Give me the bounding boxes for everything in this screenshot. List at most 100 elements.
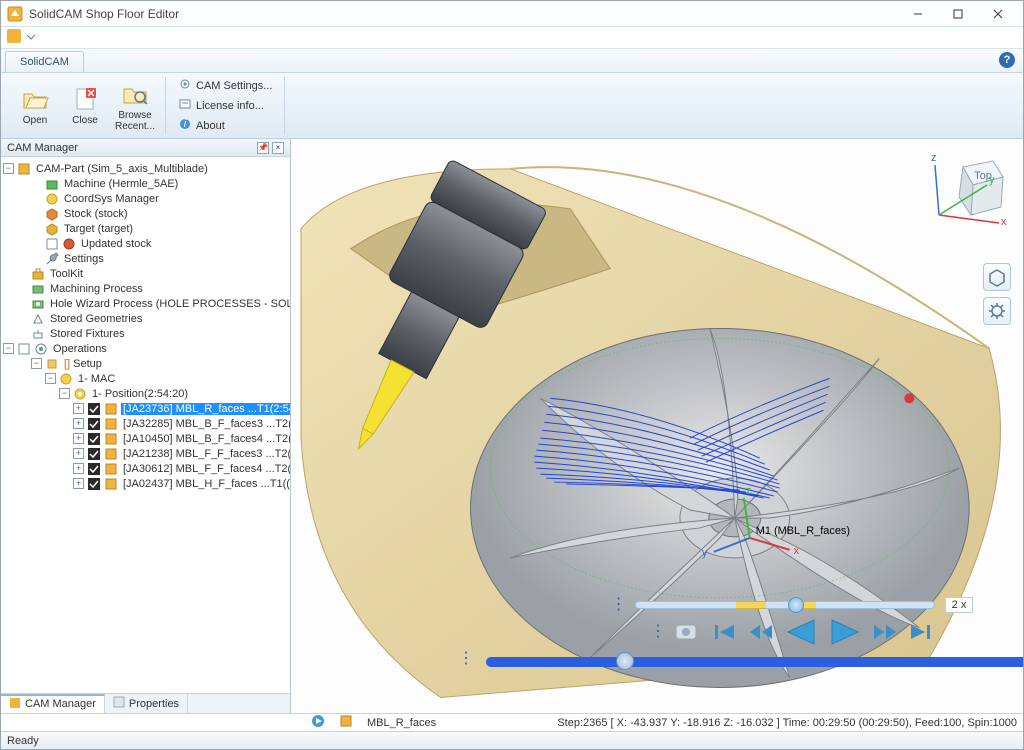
license-icon — [178, 97, 192, 114]
titlebar: SolidCAM Shop Floor Editor — [1, 1, 1023, 27]
tree-position[interactable]: 1- Position(2:54:20) — [90, 388, 190, 400]
tree-toolkit[interactable]: ToolKit — [48, 268, 85, 280]
tab-solidcam[interactable]: SolidCAM — [5, 51, 84, 72]
tree-operations[interactable]: Operations — [51, 343, 109, 355]
about-button[interactable]: i About — [174, 117, 276, 135]
panel-close-icon[interactable]: × — [272, 142, 284, 154]
expander-icon[interactable]: + — [73, 433, 84, 444]
op-icon — [104, 477, 118, 491]
svg-text:M1 (MBL_R_faces): M1 (MBL_R_faces) — [756, 525, 850, 537]
op-icon — [104, 417, 118, 431]
drag-handle-icon[interactable]: ⋮ — [611, 601, 625, 609]
speed-slider[interactable] — [635, 601, 935, 609]
step-forward-button[interactable] — [872, 621, 898, 643]
quick-access-toolbar — [1, 27, 1023, 49]
checkbox-icon[interactable] — [17, 342, 31, 356]
view-tool-cube[interactable] — [983, 263, 1011, 291]
expander-icon[interactable]: − — [3, 163, 14, 174]
part-icon — [17, 162, 31, 176]
speed-value[interactable]: 2 x — [945, 597, 974, 613]
tree-op[interactable]: [JA30612] MBL_F_F_faces4 ...T2((-:-:-)) — [121, 463, 290, 475]
fixture-icon — [31, 327, 45, 341]
viewport-3d[interactable]: x z y M1 (MBL_R_faces) Top x z y — [291, 139, 1023, 713]
expander-icon[interactable]: + — [73, 463, 84, 474]
expander-icon[interactable]: − — [45, 373, 56, 384]
close-button[interactable]: Close — [61, 78, 109, 134]
panel-header: CAM Manager 📌 × — [1, 139, 290, 157]
svg-text:z: z — [746, 485, 751, 497]
cam-settings-button[interactable]: CAM Settings... — [174, 77, 276, 95]
tree-coord[interactable]: CoordSys Manager — [62, 193, 161, 205]
panel-pin-icon[interactable]: 📌 — [257, 142, 269, 154]
tree-settings[interactable]: Settings — [62, 253, 106, 265]
open-button[interactable]: Open — [11, 78, 59, 134]
expander-icon[interactable]: + — [73, 448, 84, 459]
expander-icon[interactable]: + — [73, 418, 84, 429]
svg-text:x: x — [794, 545, 800, 557]
tree-op[interactable]: [JA32285] MBL_B_F_faces3 ...T2((-:-:-)) — [121, 418, 290, 430]
close-window-button[interactable] — [979, 3, 1017, 25]
tree-updated-stock[interactable]: Updated stock — [79, 238, 153, 250]
skip-start-button[interactable] — [712, 621, 738, 643]
info-tool-icon — [339, 714, 353, 731]
drag-handle-icon[interactable]: ⋮ — [650, 628, 664, 636]
cam-manager-panel: CAM Manager 📌 × − CAM-Part (Sim_5_axis_Mu… — [1, 139, 291, 713]
tree-setup[interactable]: [] Setup — [62, 358, 104, 370]
checkbox-icon[interactable] — [45, 237, 59, 251]
machine-icon — [45, 177, 59, 191]
expander-icon[interactable]: + — [73, 478, 84, 489]
geom-icon — [31, 312, 45, 326]
tree-holewiz[interactable]: Hole Wizard Process (HOLE PROCESSES - SO… — [48, 298, 290, 310]
step-back-button[interactable] — [748, 621, 774, 643]
minimize-button[interactable] — [899, 3, 937, 25]
tree-op[interactable]: [JA21238] MBL_F_F_faces3 ...T2((-:-:-)) — [121, 448, 290, 460]
play-forward-button[interactable] — [828, 617, 862, 647]
view-cube[interactable]: Top x z y — [931, 151, 1011, 231]
op-icon — [104, 447, 118, 461]
info-step: Step:2365 [ X: -43.937 Y: -18.916 Z: -16… — [557, 717, 1017, 729]
tree-stored-fix[interactable]: Stored Fixtures — [48, 328, 127, 340]
expander-icon[interactable]: − — [59, 388, 70, 399]
tree-stored-geom[interactable]: Stored Geometries — [48, 313, 144, 325]
tree-mac[interactable]: 1- MAC — [76, 373, 117, 385]
expander-icon[interactable]: − — [3, 343, 14, 354]
qat-icon[interactable] — [7, 29, 21, 46]
tree-stock[interactable]: Stock (stock) — [62, 208, 130, 220]
panel-tabs: CAM Manager Properties — [1, 693, 290, 713]
maximize-button[interactable] — [939, 3, 977, 25]
play-back-button[interactable] — [784, 617, 818, 647]
stock-icon — [45, 207, 59, 221]
op-status-icon — [87, 432, 101, 446]
timeline-slider[interactable] — [486, 657, 1023, 667]
info-op-icon — [311, 714, 325, 731]
position-icon — [73, 387, 87, 401]
tab-cam-manager[interactable]: CAM Manager — [1, 694, 105, 713]
target-icon — [45, 222, 59, 236]
tree-root[interactable]: CAM-Part (Sim_5_axis_Multiblade) — [34, 163, 210, 175]
tree-machining[interactable]: Machining Process — [48, 283, 145, 295]
tree-machine[interactable]: Machine (Hermle_5AE) — [62, 178, 180, 190]
tree-target[interactable]: Target (target) — [62, 223, 135, 235]
process-icon — [31, 282, 45, 296]
op-icon — [104, 432, 118, 446]
cam-tree[interactable]: − CAM-Part (Sim_5_axis_Multiblade) Machin… — [1, 157, 290, 693]
tree-op[interactable]: [JA23736] MBL_R_faces ...T1(2:54:20) — [121, 403, 290, 415]
drag-handle-icon[interactable]: ⋮ — [458, 655, 472, 663]
license-info-button[interactable]: License info... — [174, 97, 276, 115]
skip-end-button[interactable] — [908, 621, 934, 643]
expander-icon[interactable]: + — [73, 403, 84, 414]
tree-op[interactable]: [JA10450] MBL_B_F_faces4 ...T2((-:-:-)) — [121, 433, 290, 445]
browse-recent-button[interactable]: Browse Recent... — [111, 78, 159, 134]
op-icon — [104, 402, 118, 416]
mac-icon — [59, 372, 73, 386]
qat-dropdown-icon[interactable] — [27, 32, 35, 44]
view-tool-settings[interactable] — [983, 297, 1011, 325]
help-icon[interactable]: ? — [999, 52, 1015, 68]
record-button[interactable] — [674, 620, 702, 644]
properties-tab-icon — [113, 696, 125, 711]
tab-properties[interactable]: Properties — [105, 694, 188, 713]
tree-op[interactable]: [JA02437] MBL_H_F_faces ...T1((-:-:-)) — [121, 478, 290, 490]
expander-icon[interactable]: − — [31, 358, 42, 369]
playback-controls: ⋮ 2 x ⋮ — [581, 597, 1003, 667]
browse-icon — [121, 80, 149, 108]
